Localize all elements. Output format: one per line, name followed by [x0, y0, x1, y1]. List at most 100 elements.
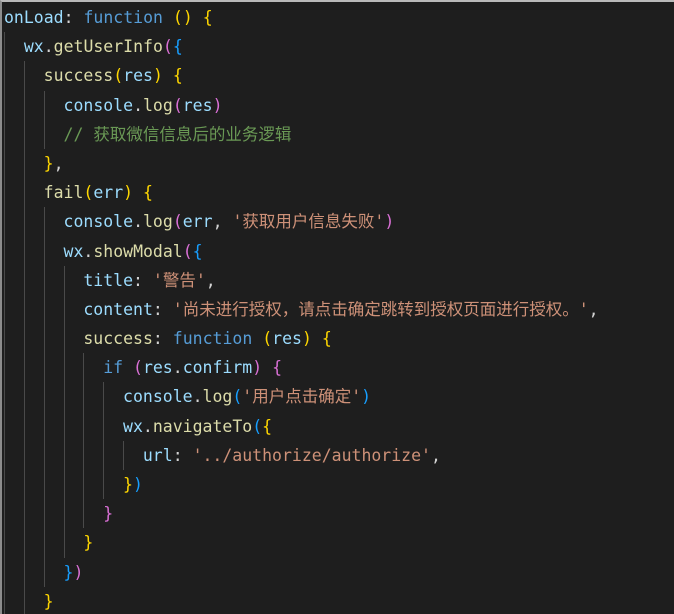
code-line[interactable]: success(res) {: [2, 61, 674, 91]
code-line-text: console.log(res): [62, 91, 223, 120]
indent-guide: [63, 440, 65, 470]
indent-guide: [4, 61, 5, 91]
code-line-text: }): [62, 558, 84, 587]
indent-guide: [23, 499, 25, 529]
code-token-b1: {: [262, 416, 273, 436]
code-token-op: :: [172, 445, 183, 465]
code-token-kw: function: [172, 329, 253, 349]
code-line-text: }: [81, 528, 93, 557]
indent-guide: [43, 236, 45, 266]
code-line-text: console.log('用户点击确定'): [121, 382, 371, 411]
indent-guide: [23, 90, 25, 120]
code-token-op: ,: [205, 270, 216, 290]
indent-guide: [4, 236, 5, 266]
code-token-b2: {: [272, 358, 283, 378]
code-token-b1: {: [172, 66, 183, 86]
code-token-b3: {: [192, 241, 203, 261]
code-token-op: ,: [212, 212, 233, 232]
code-line[interactable]: }): [2, 470, 674, 500]
code-token-pln: [163, 329, 173, 348]
indent-guide: [23, 148, 25, 179]
code-line[interactable]: success: function (res) {: [2, 324, 674, 354]
indent-guide: [83, 382, 85, 412]
indent-guide: [83, 499, 85, 529]
code-line[interactable]: console.log('用户点击确定'): [2, 382, 674, 412]
code-token-b1: ): [182, 8, 193, 27]
indent-guide: [23, 178, 25, 208]
code-token-var: wx: [123, 416, 143, 436]
code-token-op: .: [133, 95, 143, 115]
indent-guide: [63, 470, 65, 500]
code-line[interactable]: title: '警告',: [2, 265, 674, 295]
code-token-b1: (: [83, 183, 94, 203]
code-line[interactable]: wx.getUserInfo({: [2, 32, 674, 62]
code-token-fn: success: [83, 329, 153, 349]
code-token-kw: if: [103, 358, 124, 378]
code-token-prop: url: [142, 445, 173, 465]
indent-guide: [83, 470, 85, 500]
code-token-str: '../authorize/authorize': [192, 445, 431, 465]
code-token-b1: (: [113, 66, 124, 86]
code-token-fn: getUserInfo: [53, 37, 163, 57]
code-line-text: if (res.confirm) {: [101, 353, 282, 382]
code-line[interactable]: wx.navigateTo({: [2, 411, 674, 441]
code-line-text: fail(err) {: [42, 178, 153, 207]
code-token-str: '警告': [152, 270, 206, 290]
code-line[interactable]: url: '../authorize/authorize',: [2, 440, 674, 470]
code-line[interactable]: content: '尚未进行授权，请点击确定跳转到授权页面进行授权。',: [2, 294, 674, 325]
indent-guide: [23, 528, 25, 558]
indent-guide: [4, 324, 5, 354]
code-content[interactable]: onLoad: function () {wx.getUserInfo({suc…: [2, 2, 674, 614]
code-line[interactable]: console.log(res): [2, 90, 674, 120]
indent-guide: [63, 528, 65, 558]
code-token-var: console: [123, 387, 193, 407]
code-line[interactable]: onLoad: function () {: [2, 3, 674, 32]
code-token-op: .: [43, 37, 54, 57]
code-token-prop: err: [182, 212, 213, 232]
indent-guide: [23, 382, 25, 412]
indent-guide: [4, 32, 5, 62]
indent-guide: [43, 557, 45, 587]
code-token-op: ,: [430, 445, 441, 465]
code-line[interactable]: }: [2, 499, 674, 529]
code-token-op: ,: [53, 153, 64, 173]
code-token-op: .: [133, 212, 143, 232]
indent-guide: [4, 265, 5, 295]
indent-guide: [103, 411, 105, 441]
indent-guide: [43, 265, 45, 295]
code-token-b1: {: [143, 183, 153, 203]
code-token-b1: ): [152, 66, 163, 86]
code-token-b3: ): [132, 475, 143, 494]
code-token-b1: (: [172, 8, 183, 27]
indent-guide: [43, 207, 45, 237]
code-line[interactable]: },: [2, 148, 674, 179]
code-line[interactable]: wx.showModal({: [2, 236, 674, 266]
code-editor-pane[interactable]: onLoad: function () {wx.getUserInfo({suc…: [0, 0, 674, 614]
indent-guide: [83, 440, 85, 470]
indent-guide: [4, 90, 5, 120]
indent-guide: [63, 265, 65, 295]
code-token-b2: }: [103, 504, 114, 524]
code-line[interactable]: }): [2, 557, 674, 587]
code-token-pln: [143, 271, 153, 290]
code-line[interactable]: if (res.confirm) {: [2, 353, 674, 383]
code-token-b2: (: [182, 241, 193, 261]
code-line[interactable]: console.log(err, '获取用户信息失败'): [2, 207, 674, 237]
code-token-b2: (: [172, 212, 183, 232]
indent-guide: [4, 382, 5, 412]
indent-guide: [4, 586, 5, 614]
code-token-op: ,: [588, 299, 599, 319]
code-line-text: success(res) {: [42, 61, 183, 90]
indent-guide: [23, 440, 25, 470]
code-line[interactable]: fail(err) {: [2, 178, 674, 208]
code-line-text: success: function (res) {: [81, 324, 331, 353]
code-token-b1: }: [43, 153, 54, 173]
indent-guide: [4, 440, 5, 470]
code-line[interactable]: // 获取微信信息后的业务逻辑: [2, 119, 674, 149]
code-line-text: // 获取微信信息后的业务逻辑: [62, 120, 292, 149]
indent-guide: [43, 90, 45, 120]
code-line-text: console.log(err, '获取用户信息失败'): [62, 207, 395, 236]
code-line[interactable]: }: [2, 528, 674, 558]
code-line[interactable]: }: [2, 586, 674, 614]
code-token-b1: {: [202, 8, 213, 27]
